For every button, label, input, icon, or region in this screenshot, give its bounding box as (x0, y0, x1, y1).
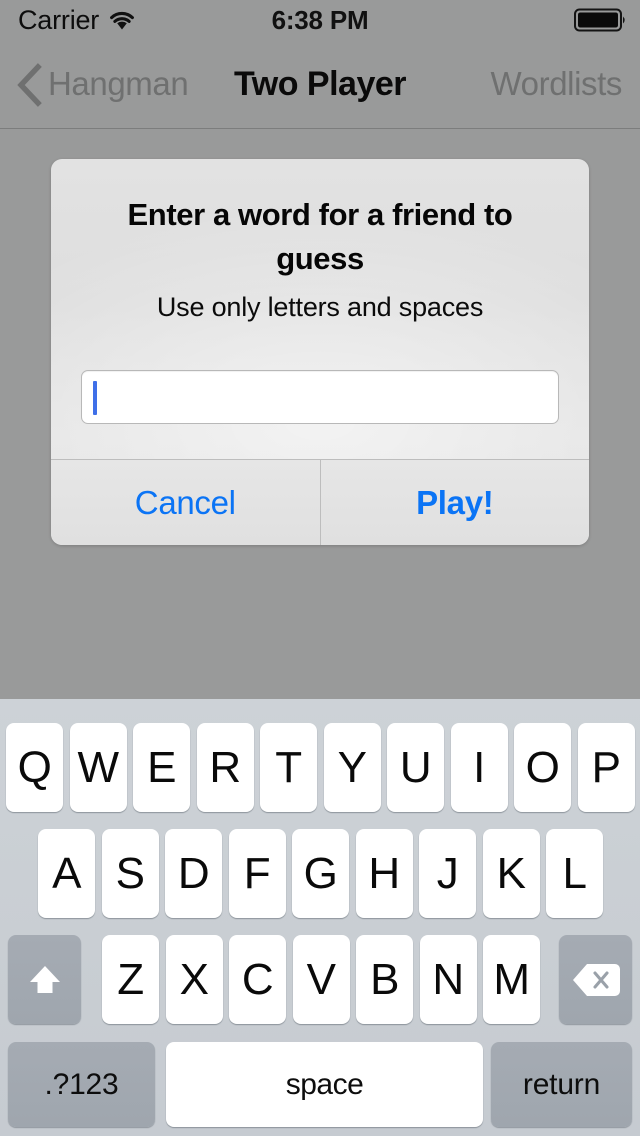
key-o[interactable]: O (514, 723, 571, 812)
key-i[interactable]: I (450, 723, 508, 812)
key-r[interactable]: R (196, 723, 254, 812)
cancel-button[interactable]: Cancel (51, 460, 320, 545)
key-d[interactable]: D (165, 829, 222, 918)
key-b[interactable]: B (356, 935, 413, 1024)
key-y[interactable]: Y (323, 723, 381, 812)
key-f[interactable]: F (228, 829, 286, 918)
keyboard-row-1: QWERTYUIOP (0, 723, 640, 812)
alert-message: Use only letters and spaces (156, 292, 484, 323)
on-screen-keyboard: QWERTYUIOP ASDFGHJKL ZXCVBNM .?123 space… (0, 699, 640, 1136)
key-q[interactable]: Q (6, 723, 63, 812)
play-button[interactable]: Play! (319, 460, 589, 545)
key-p[interactable]: P (577, 723, 635, 812)
navigation-bar: Hangman Two Player Wordlists (0, 40, 640, 129)
status-bar-right (574, 0, 630, 40)
battery-full-icon (574, 7, 630, 33)
key-t[interactable]: T (260, 723, 317, 812)
delete-backspace-icon (571, 961, 621, 999)
key-c[interactable]: C (229, 935, 286, 1024)
alert-title: Enter a word for a friend to guess (127, 197, 513, 277)
key-l[interactable]: L (546, 829, 603, 918)
word-input-field[interactable] (81, 370, 559, 424)
key-z[interactable]: Z (102, 935, 159, 1024)
delete-key[interactable] (559, 935, 632, 1024)
app-screen: Carrier 6:38 PM Hangman Two Player Wordl… (0, 0, 640, 1136)
shift-arrow-up-icon (23, 958, 67, 1002)
key-v[interactable]: V (292, 935, 350, 1024)
keyboard-row-4: .?123 space return (0, 1042, 640, 1127)
key-x[interactable]: X (165, 935, 223, 1024)
content-area: Enter a word for a friend to guess Use o… (0, 130, 640, 698)
text-caret (93, 381, 97, 415)
key-s[interactable]: S (101, 829, 159, 918)
status-bar-time: 6:38 PM (271, 4, 369, 35)
numeric-key[interactable]: .?123 (8, 1042, 155, 1127)
alert-dialog: Enter a word for a friend to guess Use o… (51, 159, 589, 545)
key-h[interactable]: H (355, 829, 413, 918)
keyboard-row-3: ZXCVBNM (0, 935, 640, 1024)
key-u[interactable]: U (387, 723, 444, 812)
keyboard-row-2: ASDFGHJKL (0, 829, 640, 918)
key-w[interactable]: W (69, 723, 127, 812)
key-j[interactable]: J (419, 829, 476, 918)
key-n[interactable]: N (419, 935, 477, 1024)
return-key[interactable]: return (491, 1042, 632, 1127)
space-key[interactable]: space (166, 1042, 483, 1127)
status-bar: Carrier 6:38 PM (0, 0, 640, 40)
wordlists-button[interactable]: Wordlists (490, 40, 623, 128)
key-e[interactable]: E (133, 723, 190, 812)
key-k[interactable]: K (482, 829, 540, 918)
alert-text-field-wrapper (81, 370, 559, 424)
key-g[interactable]: G (292, 829, 349, 918)
key-m[interactable]: M (483, 935, 540, 1024)
key-a[interactable]: A (38, 829, 95, 918)
shift-key[interactable] (8, 935, 81, 1024)
wordlists-button-label: Wordlists (490, 65, 623, 102)
alert-actions: Cancel Play! (51, 459, 589, 545)
